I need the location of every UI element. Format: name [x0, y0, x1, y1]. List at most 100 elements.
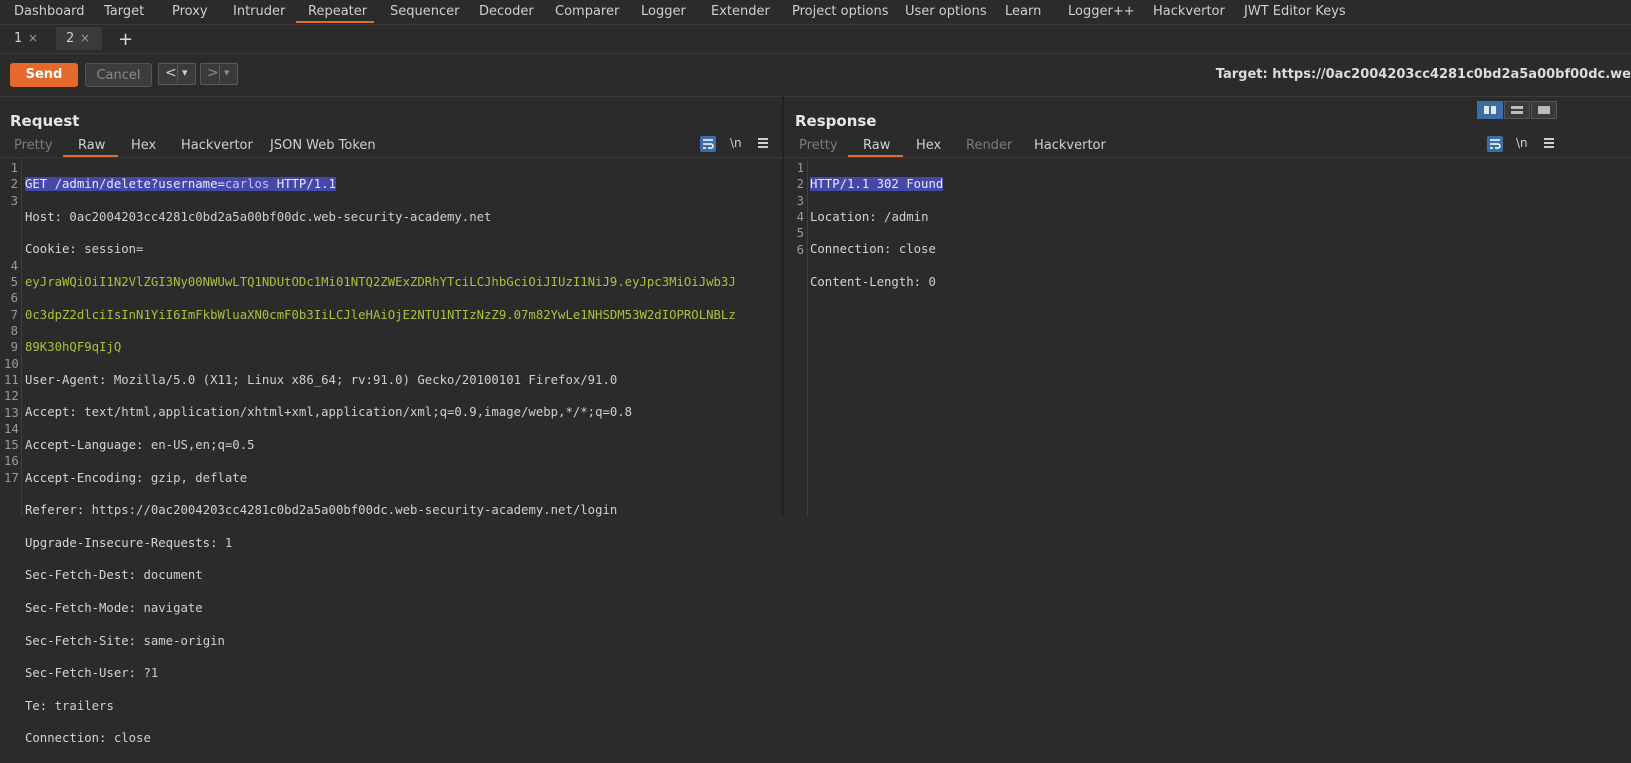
nav-logger[interactable]: Logger	[641, 4, 686, 19]
header-line: Sec-Fetch-Site: same-origin	[25, 633, 225, 648]
line-number: 4	[796, 209, 804, 224]
request-tab-pretty[interactable]: Pretty	[14, 138, 53, 153]
response-editor[interactable]: HTTP/1.1 302 Found Location: /admin Conn…	[810, 160, 944, 307]
cookie-value: 0c3dpZ2dlciIsInN1YiI6ImFkbWluaXN0cmF0b3I…	[25, 307, 736, 322]
line-number: 5	[796, 226, 804, 241]
line-number: 17	[4, 470, 19, 485]
nav-dashboard[interactable]: Dashboard	[14, 4, 85, 19]
split-vertical-icon[interactable]	[1504, 101, 1530, 119]
request-tab-json-web-token[interactable]: JSON Web Token	[270, 138, 376, 153]
tab-label: 1	[14, 31, 23, 46]
header-line: Content-Length: 0	[810, 275, 936, 290]
line-number: 9	[10, 340, 18, 355]
status-line: HTTP/1.1 302 Found	[810, 176, 944, 192]
line-number: 8	[10, 324, 18, 338]
newline-toggle-icon[interactable]: \n	[730, 136, 742, 150]
line-number: 14	[4, 421, 19, 436]
request-tab-raw[interactable]: Raw	[78, 138, 105, 153]
header-line: Host: 0ac2004203cc4281c0bd2a5a00bf00dc.w…	[25, 209, 492, 224]
target-url[interactable]: Target: https://0ac2004203cc4281c0bd2a5a…	[1216, 67, 1631, 82]
nav-extender[interactable]: Extender	[711, 4, 770, 19]
text-wrap-icon[interactable]	[1487, 136, 1503, 152]
line-number: 6	[10, 291, 18, 306]
divider	[0, 157, 782, 158]
back-button[interactable]: <	[165, 65, 177, 81]
selected-text: GET /admin/delete?username=carlos HTTP/1…	[25, 177, 336, 192]
repeater-tab-1[interactable]: 1 ×	[4, 27, 48, 50]
header-line: Accept: text/html,application/xhtml+xml,…	[25, 405, 633, 420]
line-number: 15	[4, 438, 19, 453]
header-line: Te: trailers	[25, 698, 114, 713]
response-tab-render[interactable]: Render	[966, 138, 1012, 153]
close-icon[interactable]: ×	[80, 31, 90, 45]
response-tab-pretty[interactable]: Pretty	[799, 138, 838, 153]
newline-toggle-icon[interactable]: \n	[1516, 136, 1528, 150]
hamburger-menu-icon[interactable]	[1544, 138, 1554, 148]
divider	[177, 65, 178, 83]
line-number: 1	[796, 161, 804, 175]
request-tab-hackvertor[interactable]: Hackvertor	[181, 138, 253, 153]
response-tab-hackvertor[interactable]: Hackvertor	[1034, 138, 1106, 153]
header-line: Connection: close	[25, 731, 151, 746]
divider	[219, 65, 220, 83]
header-line: Location: /admin	[810, 209, 929, 224]
response-tab-raw[interactable]: Raw	[863, 138, 890, 153]
repeater-tab-2[interactable]: 2 ×	[56, 27, 102, 50]
back-history-dropdown[interactable]: ▾	[182, 66, 188, 79]
nav-learn[interactable]: Learn	[1005, 4, 1041, 19]
nav-sequencer[interactable]: Sequencer	[390, 4, 459, 19]
nav-hackvertor[interactable]: Hackvertor	[1153, 4, 1225, 19]
layout-switcher	[1477, 101, 1557, 119]
repeater-toolbar: Send Cancel < ▾ > ▾ Target: https://0ac2…	[0, 54, 1631, 97]
nav-target[interactable]: Target	[104, 4, 144, 19]
line-number: 10	[4, 356, 19, 371]
header-line: Sec-Fetch-Mode: navigate	[25, 601, 203, 616]
response-tab-hex[interactable]: Hex	[916, 138, 941, 153]
request-editor[interactable]: GET /admin/delete?username=carlos HTTP/1…	[25, 160, 736, 763]
forward-button-group: > ▾	[200, 63, 238, 85]
line-gutter-divider	[807, 159, 808, 516]
forward-history-dropdown[interactable]: ▾	[224, 66, 230, 79]
response-panel-title: Response	[795, 112, 877, 130]
header-line: User-Agent: Mozilla/5.0 (X11; Linux x86_…	[25, 372, 618, 387]
back-button-group: < ▾	[158, 63, 196, 85]
header-line: Sec-Fetch-User: ?1	[25, 666, 159, 681]
main-nav: Dashboard Target Proxy Intruder Repeater…	[0, 0, 1631, 25]
nav-logger-plus[interactable]: Logger++	[1068, 4, 1135, 19]
header-line: Upgrade-Insecure-Requests: 1	[25, 535, 233, 550]
add-tab-icon[interactable]: +	[118, 29, 133, 50]
line-number: 7	[10, 307, 18, 322]
header-line: Connection: close	[810, 242, 936, 257]
request-tab-hex[interactable]: Hex	[131, 138, 156, 153]
nav-decoder[interactable]: Decoder	[479, 4, 534, 19]
line-number: 2	[796, 177, 804, 192]
line-number: 5	[10, 275, 18, 290]
tab-label: 2	[66, 31, 75, 46]
nav-intruder[interactable]: Intruder	[233, 4, 285, 19]
panel-splitter[interactable]	[782, 96, 784, 516]
nav-user-options[interactable]: User options	[905, 4, 987, 19]
active-nav-indicator	[296, 21, 374, 23]
repeater-tab-bar: 1 × 2 × +	[0, 25, 1631, 54]
divider	[784, 157, 1631, 158]
close-icon[interactable]: ×	[28, 31, 38, 45]
hamburger-menu-icon[interactable]	[758, 138, 768, 148]
nav-project-options[interactable]: Project options	[792, 4, 889, 19]
cancel-button[interactable]: Cancel	[85, 63, 152, 87]
header-line: Referer: https://0ac2004203cc4281c0bd2a5…	[25, 503, 618, 518]
nav-proxy[interactable]: Proxy	[172, 4, 208, 19]
line-number: 1	[10, 161, 18, 175]
forward-button[interactable]: >	[207, 65, 219, 81]
nav-jwt-editor-keys[interactable]: JWT Editor Keys	[1244, 4, 1346, 19]
split-horizontal-icon[interactable]	[1477, 101, 1503, 119]
header-line: Accept-Language: en-US,en;q=0.5	[25, 438, 255, 453]
header-line: Accept-Encoding: gzip, deflate	[25, 470, 248, 485]
line-number: 2	[10, 177, 18, 192]
send-button[interactable]: Send	[10, 63, 78, 87]
tabs-layout-icon[interactable]	[1531, 101, 1557, 119]
text-wrap-icon[interactable]	[700, 136, 716, 152]
header-line: Cookie: session=	[25, 242, 144, 257]
nav-comparer[interactable]: Comparer	[555, 4, 619, 19]
line-number: 6	[796, 242, 804, 257]
nav-repeater[interactable]: Repeater	[308, 4, 367, 19]
